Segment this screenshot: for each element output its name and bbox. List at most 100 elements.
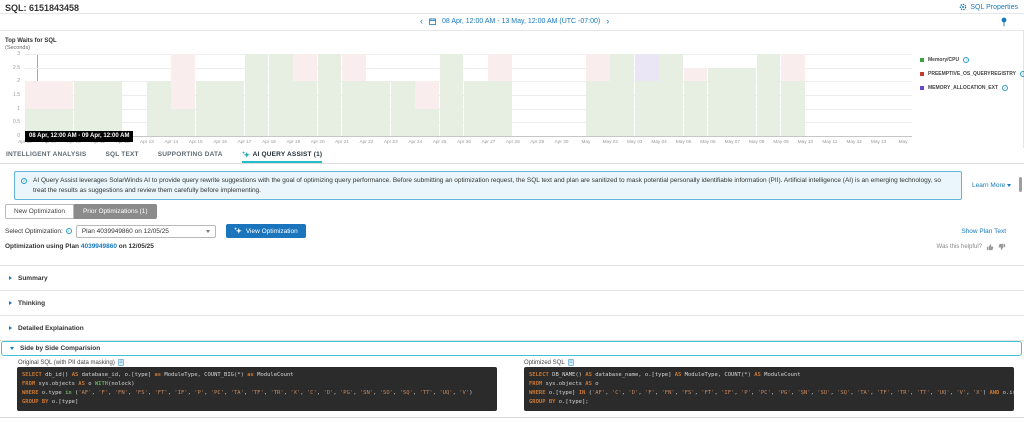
bar-segment[interactable]: [74, 81, 98, 136]
code-line: WHERE o.type in ('AF', 'F', 'FN', 'FS', …: [22, 389, 492, 398]
info-icon[interactable]: i: [1020, 71, 1024, 77]
bar-segment[interactable]: [781, 54, 805, 81]
bar-segment[interactable]: [25, 81, 49, 108]
view-optimization-button[interactable]: View Optimization: [226, 224, 306, 238]
optimized-sql-label-text: Optimized SQL: [524, 360, 565, 366]
prev-range-button[interactable]: ‹: [420, 17, 423, 26]
document-icon[interactable]: [568, 359, 574, 366]
thumbs-up-icon[interactable]: [986, 243, 994, 251]
select-label-text: Select Optimization:: [5, 228, 63, 235]
bar-segment[interactable]: [49, 81, 73, 108]
plan-link[interactable]: 4039949860: [81, 243, 117, 250]
legend-entry: Memory/CPUi: [920, 53, 1024, 67]
chevron-down-icon: [206, 230, 210, 233]
tab-label: AI QUERY ASSIST (1): [253, 151, 323, 158]
info-icon[interactable]: i: [66, 228, 72, 234]
bar-segment[interactable]: [635, 81, 659, 136]
using-prefix: Optimization using Plan: [5, 243, 81, 250]
bar-segment[interactable]: [781, 81, 805, 136]
bar-segment[interactable]: [293, 54, 317, 81]
legend-entry: PREEMPTIVE_OS_QUERYREGISTRYi: [920, 67, 1024, 81]
bar-segment[interactable]: [366, 81, 390, 136]
legend-entry: MEMORY_ALLOCATION_EXTi: [920, 81, 1024, 95]
code-line: GROUP BY o.[type]: [22, 398, 492, 407]
app-root: SQL: 6151843458 SQL Properties ‹ 08 Apr,…: [0, 0, 1024, 425]
select-optimization-label: Select Optimization: i: [5, 228, 72, 235]
tab-intelligent-analysis[interactable]: INTELLIGENT ANALYSIS: [6, 148, 86, 163]
bar-segment[interactable]: [659, 54, 683, 136]
show-plan-text-link[interactable]: Show Plan Text: [961, 228, 1006, 235]
section-detailed-explaination[interactable]: Detailed Explaination: [0, 316, 1024, 341]
date-range-button[interactable]: 08 Apr, 12:00 AM - 13 May, 12:00 AM (UTC…: [442, 18, 600, 25]
bar-segment[interactable]: [732, 68, 756, 136]
bar-segment[interactable]: [635, 54, 659, 81]
bar-segment[interactable]: [488, 81, 512, 136]
optimization-select-value: Plan 4039949860 on 12/05/25: [82, 228, 169, 235]
learn-more-label: Learn More: [972, 182, 1005, 189]
bar-segment[interactable]: [171, 54, 195, 109]
ai-notice-text: AI Query Assist leverages SolarWinds AI …: [33, 177, 941, 194]
bar-segment[interactable]: [757, 54, 781, 136]
bar-segment[interactable]: [391, 81, 415, 136]
bar-segment[interactable]: [488, 54, 512, 81]
document-icon[interactable]: [118, 359, 124, 366]
bar-segment[interactable]: [415, 109, 439, 136]
feedback-row: Was this helpful?: [937, 243, 1006, 251]
sql-properties-button[interactable]: SQL Properties: [959, 3, 1018, 11]
info-icon[interactable]: i: [1002, 85, 1008, 91]
tab-bar: INTELLIGENT ANALYSIS SQL TEXT SUPPORTING D…: [0, 148, 1024, 164]
bar-segment[interactable]: [318, 54, 342, 136]
optimization-select[interactable]: Plan 4039949860 on 12/05/25: [76, 225, 216, 238]
bar-segment[interactable]: [684, 81, 708, 136]
info-icon[interactable]: i: [963, 57, 969, 63]
bar-segment[interactable]: [196, 81, 220, 136]
original-sql-code-block[interactable]: SELECT db_id() AS database_id, o.[type] …: [17, 367, 497, 411]
section-summary[interactable]: Summary: [0, 266, 1024, 291]
next-range-button[interactable]: ›: [606, 17, 609, 26]
side-by-side-header[interactable]: Side by Side Comparision: [1, 341, 1022, 356]
tab-label: SQL TEXT: [105, 151, 138, 158]
pin-icon[interactable]: [1000, 17, 1008, 27]
y-axis-tick: 2: [0, 78, 20, 84]
bar-segment[interactable]: [220, 81, 244, 136]
sparkles-icon: [242, 151, 250, 159]
bar-segment[interactable]: [684, 68, 708, 82]
calendar-icon: [429, 18, 436, 25]
view-optimization-label: View Optimization: [246, 228, 298, 235]
new-optimization-button[interactable]: New Optimization: [5, 204, 74, 219]
thumbs-down-icon[interactable]: [998, 243, 1006, 251]
bar-segment[interactable]: [586, 81, 610, 136]
side-by-side-label: Side by Side Comparision: [20, 345, 100, 352]
tab-ai-query-assist-1-[interactable]: AI QUERY ASSIST (1): [242, 148, 323, 163]
tab-supporting-data[interactable]: SUPPORTING DATA: [158, 148, 223, 163]
bar-segment[interactable]: [98, 81, 122, 136]
section-label: Detailed Explaination: [18, 325, 84, 332]
scrollbar-thumb[interactable]: [1019, 177, 1022, 192]
bar-segment[interactable]: [415, 81, 439, 108]
bar-segment[interactable]: [610, 54, 634, 136]
optimized-sql-code-block[interactable]: SELECT DB_NAME() AS database_name, o.[ty…: [524, 367, 1014, 411]
bar-segment[interactable]: [245, 54, 269, 136]
y-axis-tick: 2.5: [0, 65, 20, 71]
legend-swatch: [920, 86, 924, 90]
bar-segment[interactable]: [269, 54, 293, 136]
bar-segment[interactable]: [342, 81, 366, 136]
bar-segment[interactable]: [440, 54, 464, 136]
tab-sql-text[interactable]: SQL TEXT: [105, 148, 138, 163]
bar-segment[interactable]: [464, 81, 488, 136]
chevron-right-icon: [9, 326, 12, 330]
bar-segment[interactable]: [342, 54, 366, 81]
learn-more-link[interactable]: Learn More: [972, 182, 1011, 189]
legend-swatch: [920, 58, 924, 62]
tab-label: INTELLIGENT ANALYSIS: [6, 151, 86, 158]
code-line: SELECT db_id() AS database_id, o.[type] …: [22, 371, 492, 380]
top-waits-chart: Top Waits for SQL (Seconds) 08 Apr, 12:0…: [0, 31, 1024, 148]
bar-segment[interactable]: [293, 81, 317, 136]
prior-optimizations-button[interactable]: Prior Optimizations (1): [74, 204, 157, 219]
bar-segment[interactable]: [586, 54, 610, 81]
bar-segment[interactable]: [708, 68, 732, 136]
bar-segment[interactable]: [147, 81, 171, 136]
section-thinking[interactable]: Thinking: [0, 291, 1024, 316]
chevron-right-icon: [9, 301, 12, 305]
bar-segment[interactable]: [171, 109, 195, 136]
